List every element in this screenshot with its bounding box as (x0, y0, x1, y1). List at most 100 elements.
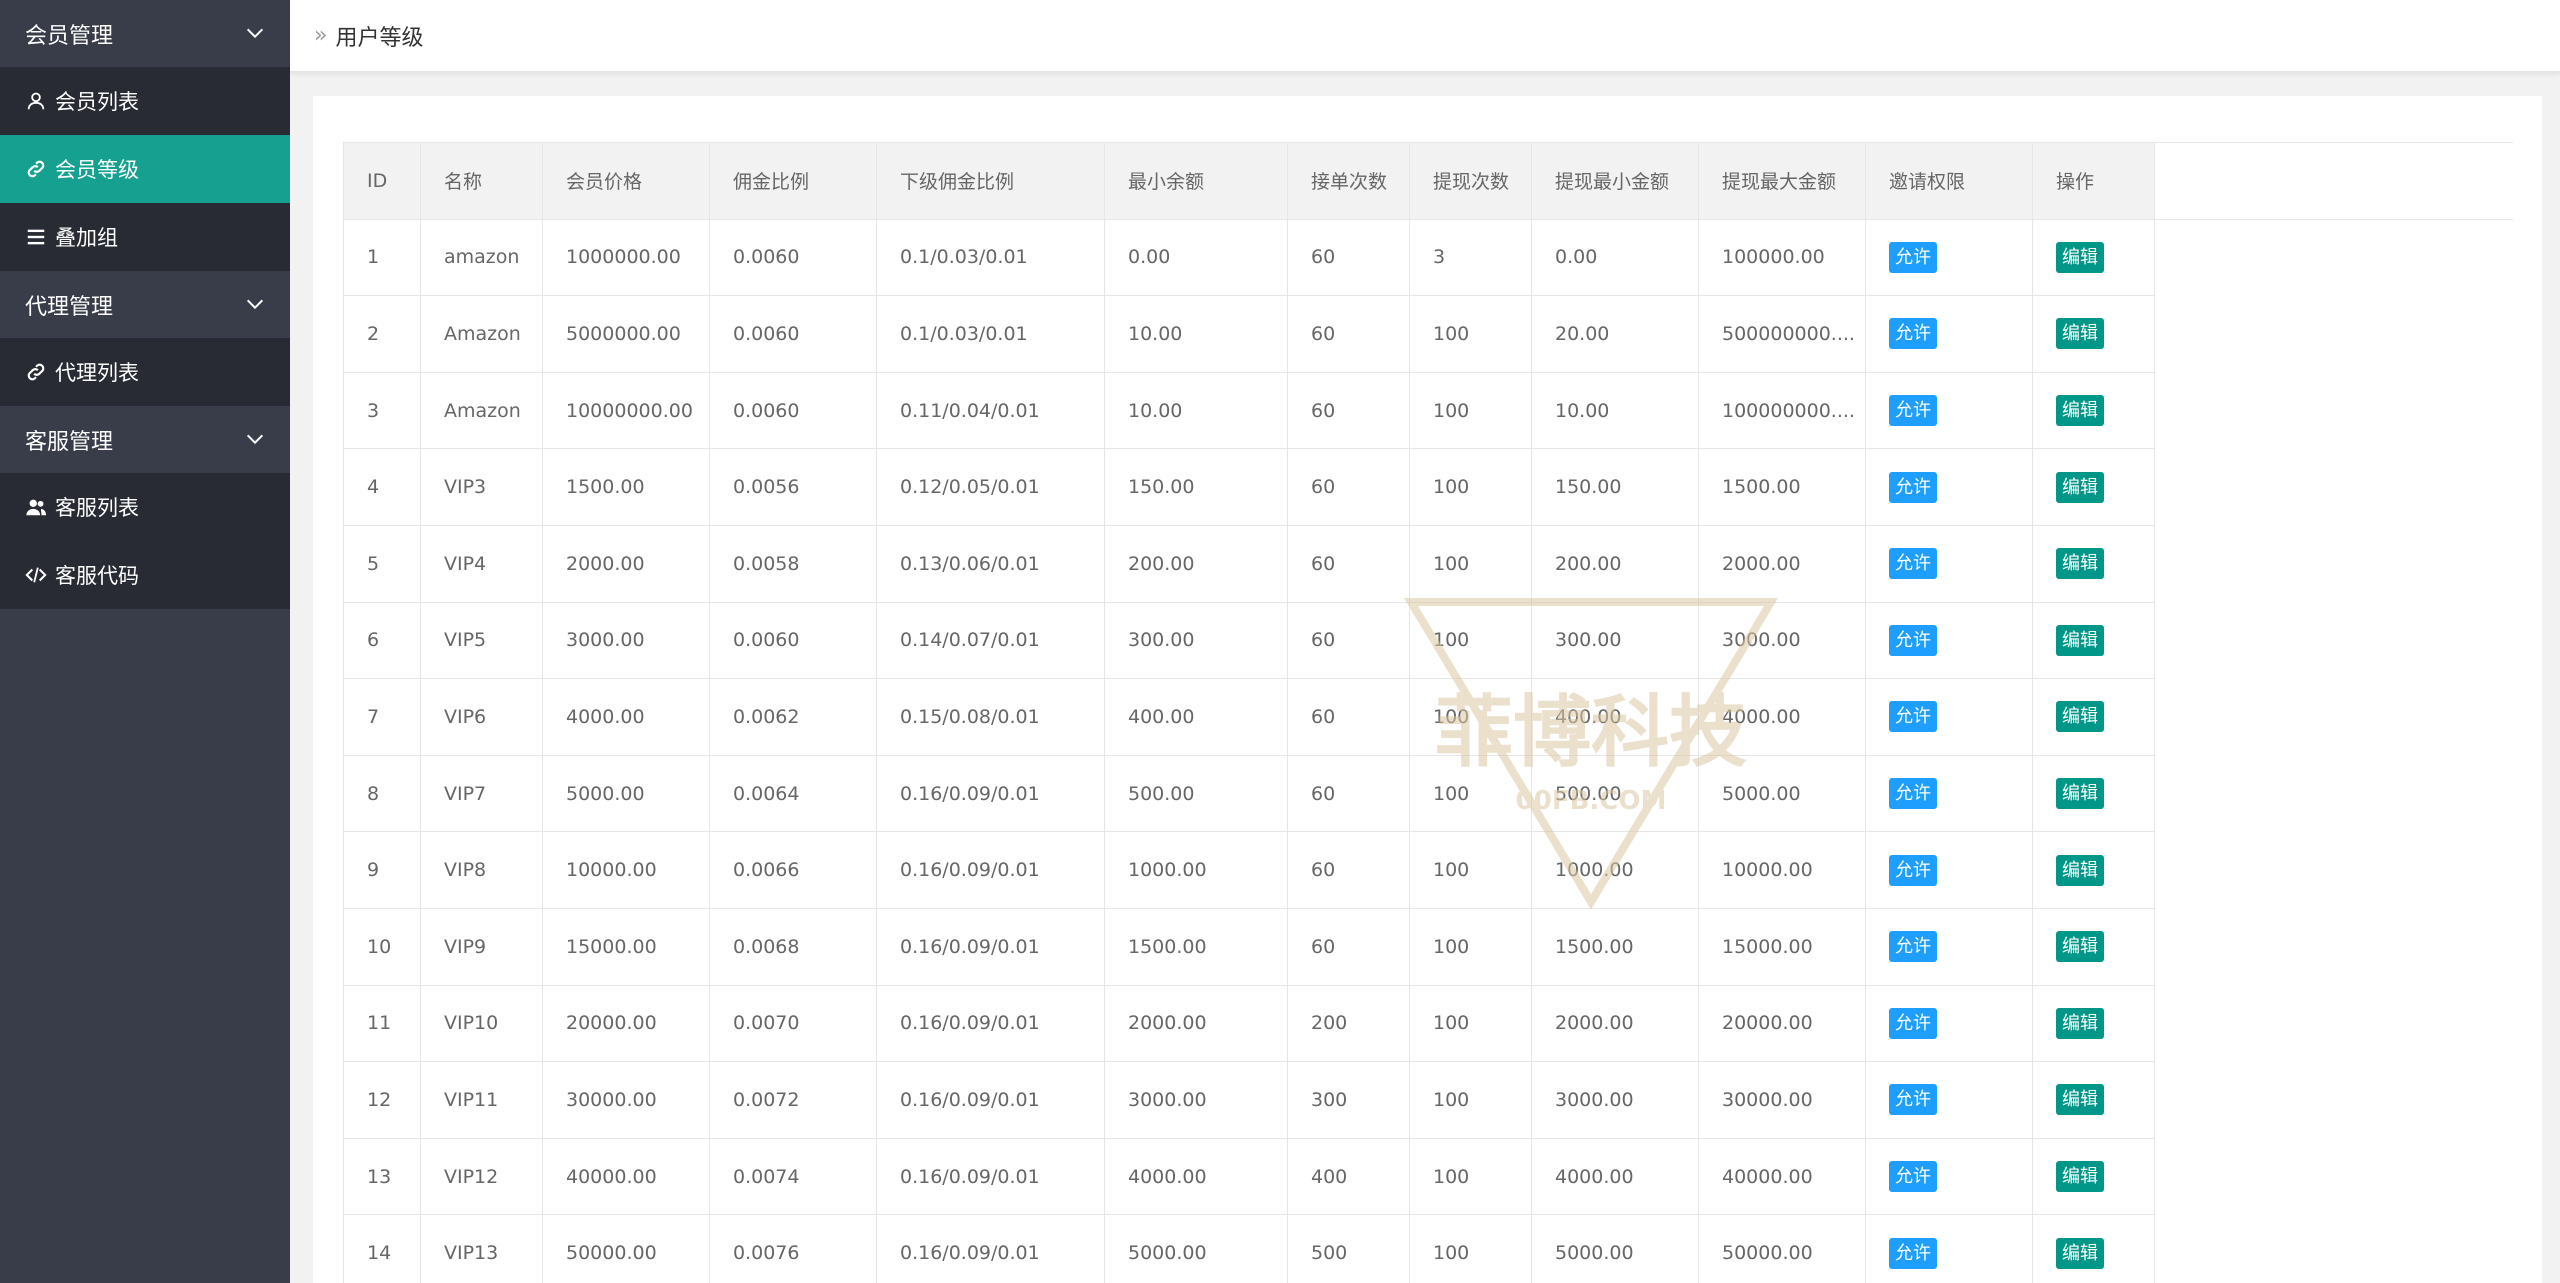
table-cell: 10.00 (1104, 371, 1288, 450)
table-cell: 0.0070 (709, 984, 877, 1063)
table-cell: 3 (343, 371, 421, 450)
table-cell: 5000.00 (1104, 1214, 1288, 1283)
table-cell: 300 (1287, 1061, 1410, 1139)
table-cell: 100 (1409, 524, 1532, 603)
allow-button[interactable]: 允许 (1889, 318, 1937, 350)
table-cell: 1500.00 (1698, 448, 1866, 526)
sidebar-item-2-1[interactable]: 客服代码 (0, 541, 290, 609)
table-cell: 10000.00 (1698, 831, 1866, 909)
table-row: 10 VIP9 15000.00 0.0068 0.16/0.09/0.01 1500.0… (343, 907, 2513, 986)
column-header: 提现最大金额 (1698, 142, 1866, 220)
table-cell: 允许 (1865, 831, 2033, 909)
allow-button[interactable]: 允许 (1889, 701, 1937, 733)
allow-button[interactable]: 允许 (1889, 395, 1937, 427)
table-row: 7 VIP6 4000.00 0.0062 0.15/0.08/0.01 400.00 60… (343, 678, 2513, 756)
table-cell: 0.00 (1531, 218, 1699, 297)
table-cell: 0.16/0.09/0.01 (876, 907, 1105, 986)
sidebar-group-0[interactable]: 会员管理 (0, 0, 290, 67)
list-icon (25, 226, 47, 248)
table-cell: 200.00 (1531, 524, 1699, 603)
user-icon (25, 90, 47, 112)
sidebar-item-0-1[interactable]: 会员等级 (0, 135, 290, 203)
sidebar-group-1[interactable]: 代理管理 (0, 271, 290, 338)
code-icon (25, 564, 47, 586)
table-cell: 100 (1409, 1137, 1532, 1216)
allow-button[interactable]: 允许 (1889, 241, 1937, 273)
table-cell: 3000.00 (1531, 1061, 1699, 1139)
allow-button[interactable]: 允许 (1889, 778, 1937, 810)
edit-button[interactable]: 编辑 (2056, 548, 2104, 580)
table-cell: 20000.00 (542, 984, 710, 1063)
table-row: 4 VIP3 1500.00 0.0056 0.12/0.05/0.01 150.00 60… (343, 448, 2513, 526)
table-cell: 150.00 (1104, 448, 1288, 526)
table-cell: 编辑 (2032, 218, 2155, 297)
table-row: 12 VIP11 30000.00 0.0072 0.16/0.09/0.01 3000.… (343, 1061, 2513, 1139)
chevron-down-icon (246, 434, 264, 445)
sidebar-item-1-0[interactable]: 代理列表 (0, 338, 290, 406)
table-cell: 60 (1287, 371, 1410, 450)
table-cell: 0.16/0.09/0.01 (876, 1061, 1105, 1139)
table-cell: 1000.00 (1104, 831, 1288, 909)
edit-button[interactable]: 编辑 (2056, 1084, 2104, 1116)
table-cell: 编辑 (2032, 371, 2155, 450)
edit-button[interactable]: 编辑 (2056, 1237, 2104, 1269)
edit-button[interactable]: 编辑 (2056, 241, 2104, 273)
table-row: 13 VIP12 40000.00 0.0074 0.16/0.09/0.01 4000.… (343, 1137, 2513, 1216)
allow-button[interactable]: 允许 (1889, 471, 1937, 503)
edit-button[interactable]: 编辑 (2056, 931, 2104, 963)
sidebar-group-label: 会员管理 (25, 23, 114, 49)
edit-button[interactable]: 编辑 (2056, 471, 2104, 503)
allow-button[interactable]: 允许 (1889, 1007, 1937, 1039)
table-cell: 允许 (1865, 524, 2033, 603)
edit-button[interactable]: 编辑 (2056, 701, 2104, 733)
allow-button[interactable]: 允许 (1889, 1084, 1937, 1116)
table-cell: 60 (1287, 831, 1410, 909)
sidebar-item-0-2[interactable]: 叠加组 (0, 203, 290, 271)
allow-button[interactable]: 允许 (1889, 854, 1937, 886)
table-cell: 40000.00 (1698, 1137, 1866, 1216)
chevron-down-icon (246, 28, 264, 39)
allow-button[interactable]: 允许 (1889, 1161, 1937, 1193)
allow-button[interactable]: 允许 (1889, 1237, 1937, 1269)
table-spacer (2154, 525, 2513, 603)
allow-button[interactable]: 允许 (1889, 931, 1937, 963)
table-cell: 2000.00 (542, 524, 710, 603)
sidebar-item-2-0[interactable]: 客服列表 (0, 473, 290, 541)
table-cell: 允许 (1865, 601, 2033, 680)
table-cell: 4000.00 (1104, 1137, 1288, 1216)
table-cell: VIP5 (420, 601, 543, 680)
edit-button[interactable]: 编辑 (2056, 778, 2104, 810)
edit-button[interactable]: 编辑 (2056, 854, 2104, 886)
link-icon (25, 361, 47, 383)
edit-button[interactable]: 编辑 (2056, 1161, 2104, 1193)
table-cell: 300.00 (1531, 601, 1699, 680)
table-cell: VIP12 (420, 1137, 543, 1216)
edit-button[interactable]: 编辑 (2056, 1007, 2104, 1039)
table-cell: 0.0068 (709, 907, 877, 986)
sidebar-group-label: 客服管理 (25, 429, 114, 455)
table-cell: 0.0060 (709, 218, 877, 297)
table-cell: 0.1/0.03/0.01 (876, 295, 1105, 373)
edit-button[interactable]: 编辑 (2056, 318, 2104, 350)
allow-button[interactable]: 允许 (1889, 624, 1937, 656)
edit-button[interactable]: 编辑 (2056, 395, 2104, 427)
table-cell: 60 (1287, 754, 1410, 833)
table-cell: 10000000.00 (542, 371, 710, 450)
table-cell: 1000.00 (1531, 831, 1699, 909)
edit-button[interactable]: 编辑 (2056, 624, 2104, 656)
column-header: ID (343, 142, 421, 220)
table-cell: 12 (343, 1061, 421, 1139)
table-spacer (2154, 1138, 2513, 1215)
allow-button[interactable]: 允许 (1889, 548, 1937, 580)
table-cell: 0.0058 (709, 524, 877, 603)
table-cell: 4000.00 (1531, 1137, 1699, 1216)
table-cell: 30000.00 (1698, 1061, 1866, 1139)
table-cell: 编辑 (2032, 831, 2155, 909)
table-cell: 允许 (1865, 984, 2033, 1063)
table-cell: 0.16/0.09/0.01 (876, 984, 1105, 1063)
table-cell: 4 (343, 448, 421, 526)
sidebar-item-0-0[interactable]: 会员列表 (0, 67, 290, 135)
sidebar-item-label: 会员列表 (55, 90, 139, 114)
table-cell: 60 (1287, 524, 1410, 603)
sidebar-group-2[interactable]: 客服管理 (0, 406, 290, 473)
